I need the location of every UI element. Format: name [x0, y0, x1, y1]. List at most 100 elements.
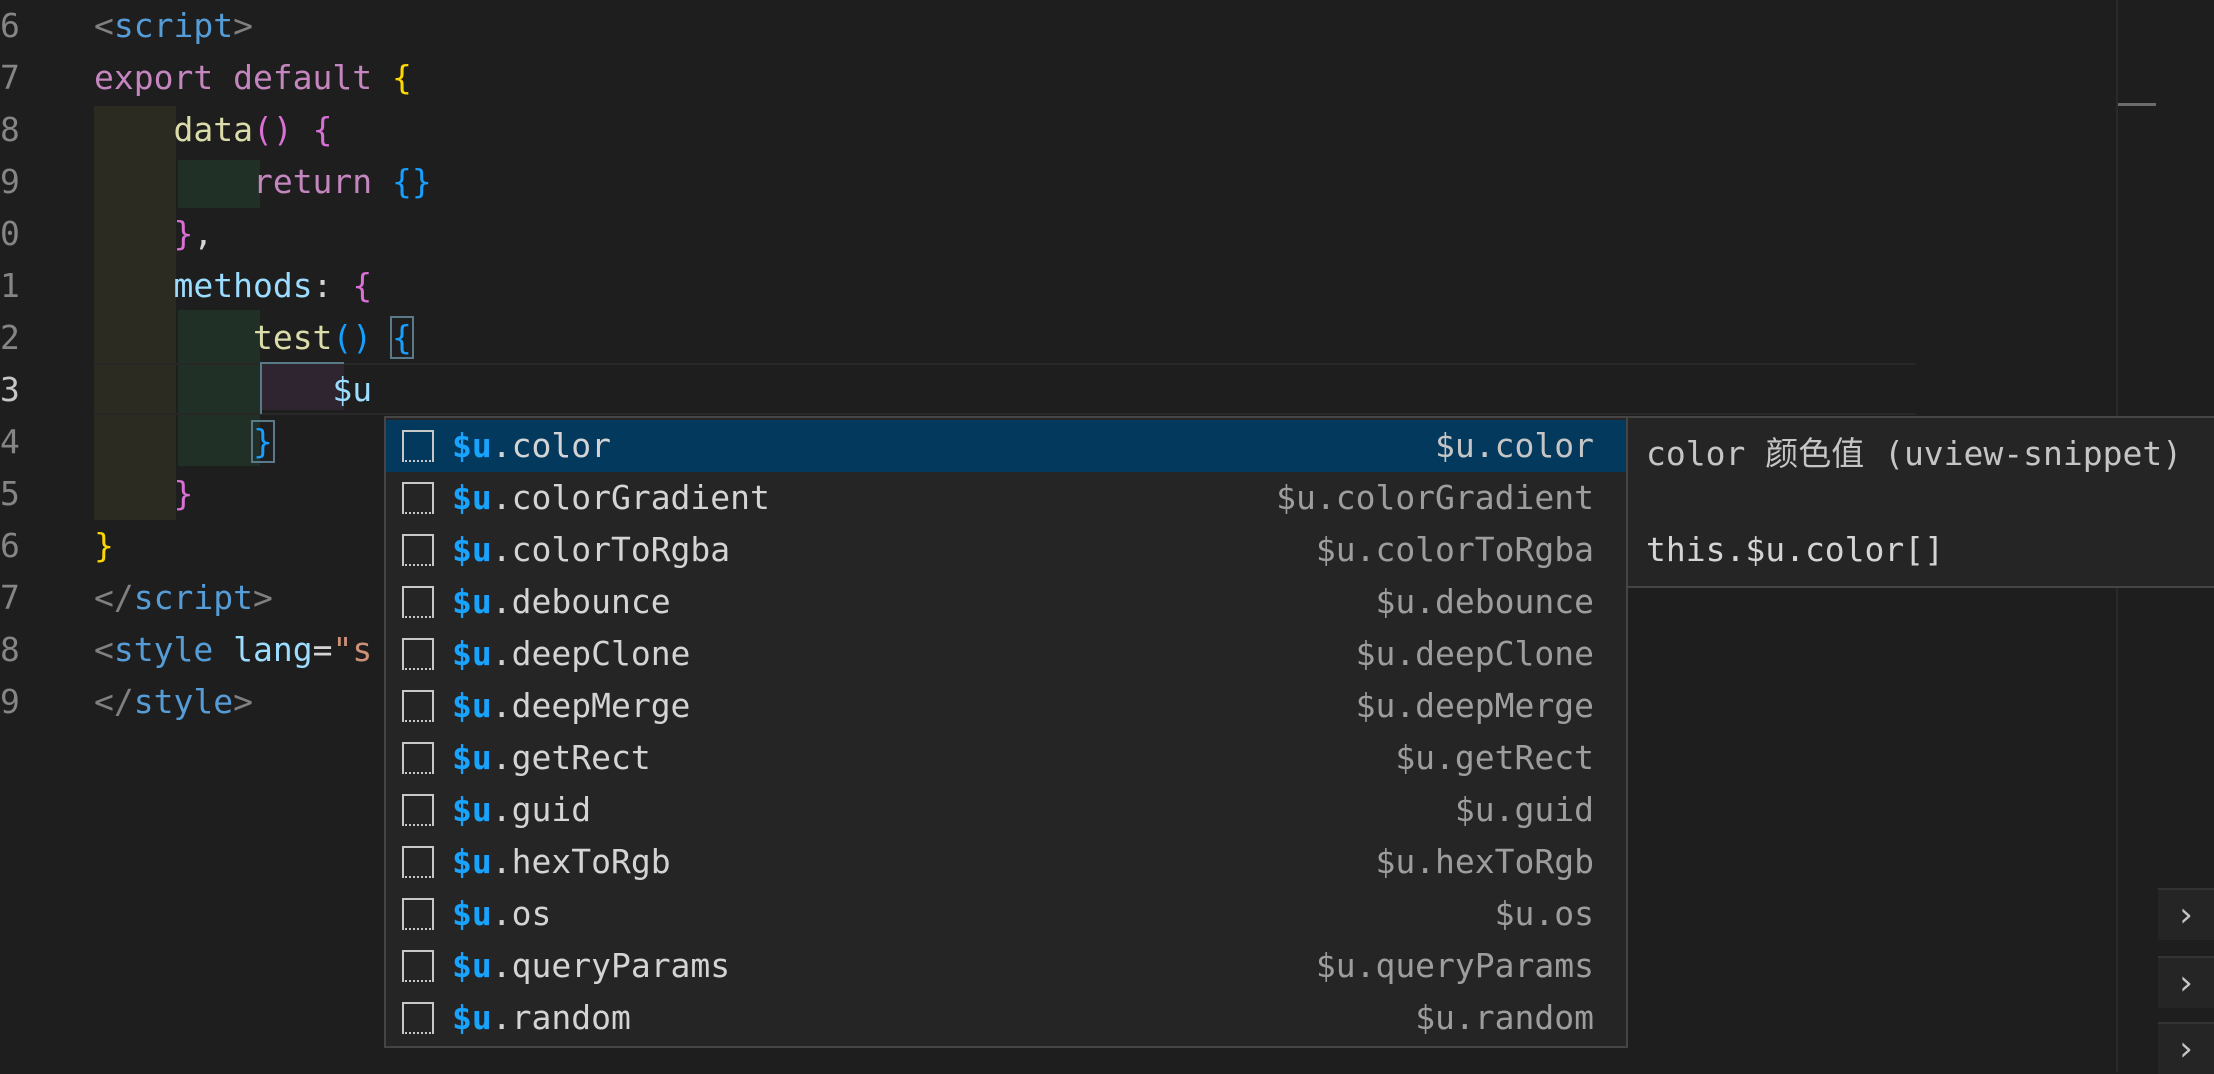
code-token: }	[250, 420, 275, 463]
suggest-item[interactable]: $u.getRect $u.getRect	[386, 732, 1626, 784]
suggest-item-match: $u	[452, 998, 492, 1037]
suggest-item-label-rest: .deepMerge	[491, 686, 691, 725]
suggest-item[interactable]: $u.colorToRgba $u.colorToRgba	[386, 524, 1626, 576]
line-number: 9	[0, 162, 20, 201]
suggest-item-label-rest: .os	[491, 894, 552, 933]
suggest-item-label-rest: .color	[491, 426, 611, 465]
chevron-right-icon[interactable]: ›	[2158, 956, 2214, 1008]
chevron-right-icon[interactable]: ›	[2158, 1022, 2214, 1074]
code-token: ()	[252, 110, 313, 149]
details-title: color 颜色值 (uview-snippet)	[1646, 434, 2183, 473]
suggest-item-label-rest: .colorToRgba	[491, 530, 731, 569]
code-token: style	[113, 630, 234, 669]
code-token: script	[133, 578, 253, 617]
code-line[interactable]: }	[94, 520, 114, 572]
suggest-item-label-rest: .getRect	[491, 738, 651, 777]
code-line[interactable]: methods: {	[94, 260, 372, 312]
code-token: {	[392, 58, 412, 97]
suggest-item-match: $u	[452, 582, 492, 621]
suggest-details-panel: color 颜色值 (uview-snippet) this.$u.color[…	[1626, 416, 2214, 588]
suggest-item[interactable]: $u.hexToRgb $u.hexToRgb	[386, 836, 1626, 888]
line-number: 1	[0, 266, 20, 305]
code-token: export default	[94, 58, 393, 97]
suggest-item-detail: $u.getRect	[1395, 738, 1594, 777]
suggest-item-match: $u	[452, 738, 492, 777]
suggest-item-detail: $u.os	[1494, 894, 1594, 933]
suggest-item[interactable]: $u.guid $u.guid	[386, 784, 1626, 836]
suggest-item[interactable]: $u.debounce $u.debounce	[386, 576, 1626, 628]
suggest-item-label: $u.colorGradient	[452, 472, 770, 524]
suggest-item-label-rest: .debounce	[491, 582, 671, 621]
code-line[interactable]: test() {	[94, 312, 414, 364]
line-number: 9	[0, 682, 20, 721]
suggest-item[interactable]: $u.colorGradient $u.colorGradient	[386, 472, 1626, 524]
suggest-item[interactable]: $u.random $u.random	[386, 992, 1626, 1044]
code-line[interactable]: </style>	[94, 676, 253, 728]
suggest-item-label: $u.random	[452, 992, 631, 1044]
suggest-item-label: $u.guid	[452, 784, 591, 836]
code-line[interactable]: $u	[94, 364, 372, 416]
code-token: }	[173, 474, 194, 513]
suggest-item-detail: $u.color	[1435, 426, 1594, 465]
suggest-item-label: $u.deepMerge	[452, 680, 690, 732]
suggest-item-detail: $u.hexToRgb	[1375, 842, 1594, 881]
code-token: <	[94, 630, 114, 669]
snippet-icon	[402, 430, 434, 462]
code-line[interactable]: <script>	[94, 0, 253, 52]
line-number: 5	[0, 474, 20, 513]
code-token: style	[133, 682, 234, 721]
code-token: >	[233, 6, 253, 45]
code-line[interactable]: },	[94, 208, 213, 260]
code-token: "s	[332, 630, 373, 669]
suggest-widget[interactable]: $u.color $u.color $u.colorGradient $u.color…	[384, 416, 1628, 1048]
suggest-item-match: $u	[452, 634, 492, 673]
chevron-right-icon[interactable]: ›	[2158, 888, 2214, 940]
suggest-item-match: $u	[452, 894, 492, 933]
suggest-item[interactable]: $u.deepClone $u.deepClone	[386, 628, 1626, 680]
suggest-item-match: $u	[452, 686, 492, 725]
suggest-item-detail: $u.debounce	[1375, 582, 1594, 621]
snippet-icon	[402, 950, 434, 982]
suggest-item-label: $u.color	[452, 420, 611, 472]
suggest-item-label: $u.os	[452, 888, 551, 940]
suggest-item[interactable]: $u.os $u.os	[386, 888, 1626, 940]
code-line[interactable]: }	[94, 416, 275, 468]
code-line[interactable]: <style lang="s	[94, 624, 372, 676]
suggest-item-match: $u	[452, 842, 492, 881]
code-line[interactable]: export default {	[94, 52, 412, 104]
code-token: ()	[332, 318, 393, 357]
code-line[interactable]: return {}	[94, 156, 432, 208]
suggest-item-detail: $u.deepMerge	[1355, 686, 1594, 725]
line-number: 6	[0, 6, 20, 45]
code-line[interactable]: </script>	[94, 572, 273, 624]
snippet-icon	[402, 898, 434, 930]
suggest-item[interactable]: $u.color $u.color	[386, 420, 1626, 472]
suggest-item-label-rest: .deepClone	[491, 634, 691, 673]
suggest-item[interactable]: $u.queryParams $u.queryParams	[386, 940, 1626, 992]
snippet-icon	[402, 534, 434, 566]
suggest-item-detail: $u.colorToRgba	[1315, 530, 1594, 569]
code-token: }	[94, 526, 114, 565]
code-token: {	[312, 110, 333, 149]
code-line[interactable]: }	[94, 468, 193, 520]
snippet-icon	[402, 794, 434, 826]
code-token: return	[252, 162, 393, 201]
code-token: <	[94, 6, 114, 45]
suggest-item-label-rest: .colorGradient	[491, 478, 770, 517]
code-token: methods	[173, 266, 313, 305]
suggest-item-label: $u.queryParams	[452, 940, 730, 992]
suggest-item[interactable]: $u.deepMerge $u.deepMerge	[386, 680, 1626, 732]
snippet-icon	[402, 690, 434, 722]
suggest-item-detail: $u.queryParams	[1315, 946, 1594, 985]
line-number: 6	[0, 526, 20, 565]
suggest-item-label: $u.deepClone	[452, 628, 690, 680]
code-token: $u	[332, 370, 373, 409]
code-token: {	[390, 316, 414, 359]
code-line[interactable]: data() {	[94, 104, 332, 156]
suggest-item-detail: $u.colorGradient	[1276, 478, 1594, 517]
suggest-item-detail: $u.guid	[1454, 790, 1594, 829]
